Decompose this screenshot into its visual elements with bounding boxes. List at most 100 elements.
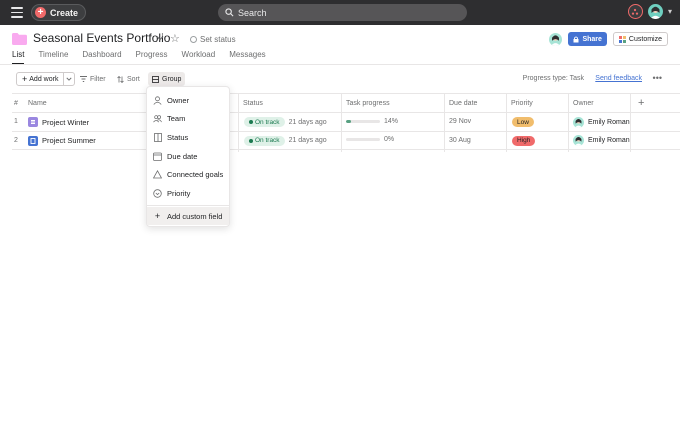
status-icon	[153, 132, 162, 142]
project-name: Project Summer	[42, 136, 96, 145]
chevron-down-icon[interactable]	[156, 34, 164, 42]
group-option-label: Team	[167, 113, 186, 123]
owner-cell[interactable]: Emily Roman	[573, 116, 630, 128]
more-options-icon[interactable]: •••	[653, 73, 662, 83]
add-work-dropdown[interactable]	[64, 73, 74, 85]
top-bar: + Create Search ▾	[0, 0, 680, 25]
tab-workload[interactable]: Workload	[182, 50, 216, 64]
project-icon	[28, 135, 38, 146]
owner-name: Emily Roman	[588, 118, 630, 126]
row-number: 1	[14, 118, 18, 125]
create-button[interactable]: + Create	[31, 4, 87, 21]
project-name-cell[interactable]: Project Winter	[28, 117, 89, 127]
owner-avatar	[573, 116, 584, 128]
tab-timeline[interactable]: Timeline	[38, 50, 68, 64]
menu-divider	[147, 205, 229, 206]
column-header-owner[interactable]: Owner	[573, 100, 594, 107]
customize-label: Customize	[628, 35, 662, 43]
project-header: Seasonal Events Portfolio ☆ Set status S…	[12, 30, 668, 50]
status-dot-icon	[249, 138, 253, 143]
add-custom-field-button[interactable]: + Add custom field	[147, 207, 229, 225]
progress-bar	[346, 138, 380, 141]
project-name-cell[interactable]: Project Summer	[28, 135, 96, 146]
search-icon	[225, 8, 234, 17]
priority-cell[interactable]: Low	[512, 117, 534, 127]
priority-icon	[153, 188, 162, 198]
hamburger-menu-icon[interactable]	[11, 7, 23, 18]
group-option-owner[interactable]: Owner	[147, 91, 229, 109]
group-button[interactable]: Group	[148, 72, 186, 86]
status-updated: 21 days ago	[288, 118, 327, 126]
group-option-priority[interactable]: Priority	[147, 184, 229, 202]
owner-name: Emily Roman	[588, 137, 630, 144]
add-work-button[interactable]: + Add work	[17, 73, 65, 85]
table-row[interactable]: 2 Project Summer On track 21 days ago 0%…	[12, 132, 680, 150]
group-option-due-date[interactable]: Due date	[147, 147, 229, 165]
status-circle-icon	[190, 36, 197, 43]
add-column-icon[interactable]: +	[638, 97, 644, 109]
filter-label: Filter	[90, 75, 106, 83]
group-option-label: Connected goals	[167, 169, 224, 179]
column-header-name[interactable]: Name	[28, 100, 47, 107]
status-badge: On track	[244, 135, 285, 146]
group-option-label: Owner	[167, 95, 190, 105]
progress-type-selector[interactable]: Progress type: Task	[523, 75, 584, 82]
group-option-connected-goals[interactable]: Connected goals	[147, 165, 229, 183]
star-icon[interactable]: ☆	[170, 32, 180, 45]
notification-icon[interactable]	[627, 4, 643, 19]
column-header-priority[interactable]: Priority	[511, 100, 533, 107]
filter-button[interactable]: Filter	[80, 72, 106, 86]
create-label: Create	[50, 7, 79, 18]
share-label: Share	[582, 35, 602, 43]
person-icon	[153, 95, 162, 105]
toolbar: + Add work Filter Sort Group Progress ty…	[16, 72, 668, 86]
column-header-due-date[interactable]: Due date	[449, 100, 477, 107]
sort-icon	[117, 75, 124, 83]
search-bar[interactable]: Search	[218, 4, 467, 21]
set-status-button[interactable]: Set status	[190, 35, 236, 44]
lock-icon	[573, 35, 579, 42]
filter-icon	[80, 76, 87, 82]
group-option-status[interactable]: Status	[147, 128, 229, 146]
tabs-divider	[0, 64, 680, 65]
status-badge: On track	[244, 117, 285, 127]
column-header-progress[interactable]: Task progress	[346, 100, 390, 107]
add-custom-field-label: Add custom field	[167, 211, 223, 221]
table-row[interactable]: 1 Project Winter On track 21 days ago 14…	[12, 113, 680, 132]
tab-list[interactable]: List	[12, 50, 25, 64]
share-button[interactable]: Share	[568, 32, 607, 46]
group-icon	[152, 75, 159, 83]
column-header-status[interactable]: Status	[243, 100, 263, 107]
status-cell[interactable]: On track 21 days ago	[244, 117, 327, 127]
progress-percent: 0%	[384, 136, 395, 143]
chevron-down-icon[interactable]: ▾	[668, 7, 672, 16]
progress-cell: 0%	[346, 136, 394, 143]
priority-badge: Low	[512, 117, 534, 127]
column-header-number: #	[14, 100, 18, 107]
tab-dashboard[interactable]: Dashboard	[82, 50, 121, 64]
customize-button[interactable]: Customize	[612, 32, 668, 46]
tab-progress[interactable]: Progress	[136, 50, 168, 64]
sort-button[interactable]: Sort	[117, 72, 140, 86]
plus-icon: +	[154, 211, 161, 221]
progress-percent: 14%	[384, 117, 399, 125]
status-label: On track	[255, 137, 280, 144]
tab-messages[interactable]: Messages	[229, 50, 265, 64]
plus-icon: +	[22, 74, 28, 84]
due-date[interactable]: 30 Aug	[449, 137, 471, 144]
owner-cell[interactable]: Emily Roman	[573, 135, 630, 146]
sort-label: Sort	[127, 75, 140, 83]
search-placeholder: Search	[238, 7, 267, 18]
progress-cell: 14%	[346, 118, 398, 125]
priority-cell[interactable]: High	[512, 135, 536, 146]
group-option-team[interactable]: Team	[147, 109, 229, 127]
folder-icon	[12, 33, 27, 45]
page-title: Seasonal Events Portfolio	[33, 31, 171, 45]
user-avatar[interactable]	[647, 4, 663, 19]
member-avatar[interactable]	[549, 32, 563, 46]
add-work-button-group: + Add work	[16, 72, 76, 86]
status-cell[interactable]: On track 21 days ago	[244, 135, 327, 146]
set-status-label: Set status	[200, 35, 236, 44]
due-date[interactable]: 29 Nov	[449, 118, 471, 125]
send-feedback-link[interactable]: Send feedback	[595, 75, 642, 82]
